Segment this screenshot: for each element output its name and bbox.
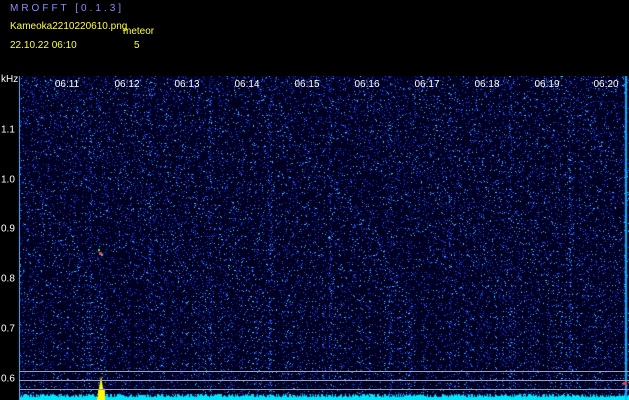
time-tick-label: 06:20 — [593, 79, 619, 90]
app-title: MROFFT [0.1.3] — [10, 3, 125, 14]
y-tick-label: 0.9 — [1, 223, 15, 235]
time-tick-label: 06:19 — [534, 79, 560, 90]
frequency-marker-line-middle — [19, 380, 629, 381]
y-tick-label: 1.1 — [1, 124, 15, 136]
file-name: Kameoka2210220610.png — [10, 21, 128, 32]
time-tick-label: 06:12 — [114, 79, 140, 90]
frequency-marker-line-lower — [19, 389, 629, 390]
meteor-count: 5 — [134, 40, 140, 51]
y-tick-label: 0.8 — [1, 273, 15, 285]
y-axis-unit-label: kHz — [1, 74, 19, 85]
y-tick-label: 0.6 — [1, 373, 15, 385]
time-tick-label: 06:11 — [54, 79, 80, 90]
time-tick-label: 06:13 — [174, 79, 200, 90]
y-axis-line — [19, 76, 20, 400]
meteor-label: meteor — [123, 26, 155, 37]
frequency-marker-line-upper — [19, 371, 629, 372]
spectrogram-canvas — [19, 76, 629, 400]
time-tick-label: 06:17 — [414, 79, 440, 90]
time-tick-label: 06:16 — [354, 79, 380, 90]
time-tick-label: 06:15 — [294, 79, 320, 90]
time-tick-label: 06:14 — [234, 79, 260, 90]
date-time: 22.10.22 06:10 — [10, 40, 77, 51]
time-tick-label: 06:18 — [474, 79, 500, 90]
y-tick-label: 0.7 — [1, 323, 15, 335]
spectrogram-plot — [19, 76, 629, 400]
y-tick-label: 1.0 — [1, 174, 15, 186]
